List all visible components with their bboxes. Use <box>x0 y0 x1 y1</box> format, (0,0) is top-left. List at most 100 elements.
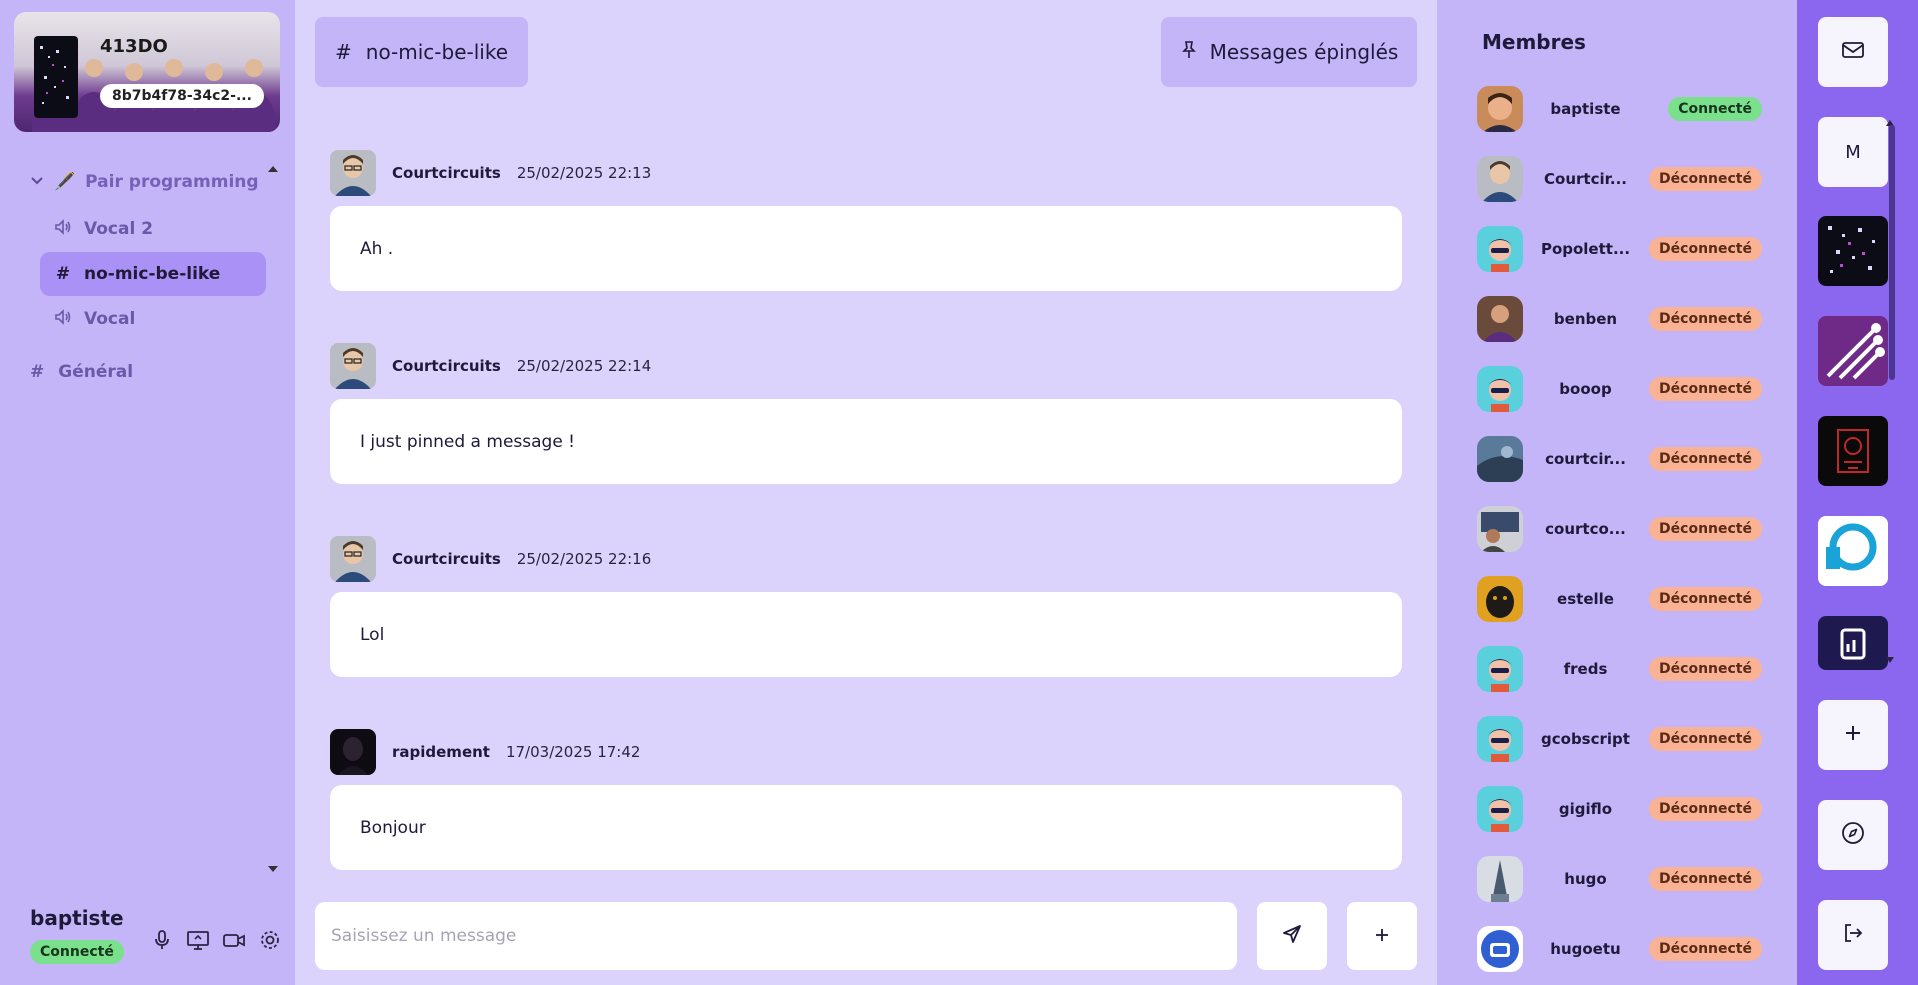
avatar[interactable] <box>330 150 376 196</box>
pinned-messages-button[interactable]: Messages épinglés <box>1161 17 1417 87</box>
logout-button[interactable] <box>1818 900 1888 970</box>
category-label: Pair programming <box>85 172 259 192</box>
avatar <box>1477 226 1523 272</box>
channel-vocal[interactable]: Vocal <box>40 297 266 341</box>
member-name: hugoetu <box>1550 940 1621 958</box>
server-rail: M <box>1797 0 1918 985</box>
status-badge: Déconnecté <box>1649 797 1762 821</box>
member-item[interactable]: benben Déconnecté <box>1477 296 1762 342</box>
server-m-button[interactable]: M <box>1818 117 1888 187</box>
screen-share-icon[interactable] <box>186 928 210 952</box>
server-icon-red-emblem[interactable] <box>1818 416 1888 486</box>
channel-title: no-mic-be-like <box>365 40 509 64</box>
member-item[interactable]: Popolett... Déconnecté <box>1477 226 1762 272</box>
channel-label: Vocal 2 <box>84 219 154 239</box>
explore-button[interactable] <box>1818 800 1888 870</box>
message-item: Courtcircuits 25/02/2025 22:14 I just pi… <box>330 343 1402 484</box>
message-author[interactable]: Courtcircuits <box>392 550 501 568</box>
member-name: gcobscript <box>1541 730 1630 748</box>
chat-area: # no-mic-be-like Messages épinglés Court… <box>295 0 1437 985</box>
user-panel: baptiste Connecté <box>30 906 124 964</box>
speaker-icon <box>54 308 72 331</box>
member-item[interactable]: freds Déconnecté <box>1477 646 1762 692</box>
add-attachment-button[interactable] <box>1347 902 1417 970</box>
hash-icon: # <box>55 264 71 284</box>
avatar <box>1477 296 1523 342</box>
channel-label: no-mic-be-like <box>84 264 221 284</box>
member-item[interactable]: hugo Déconnecté <box>1477 856 1762 902</box>
hash-icon: # <box>30 362 45 382</box>
member-item[interactable]: Courtcir... Déconnecté <box>1477 156 1762 202</box>
member-item[interactable]: baptiste Connecté <box>1477 86 1762 132</box>
server-icon-413do[interactable] <box>1818 216 1888 286</box>
server-icon-document[interactable] <box>1818 616 1888 670</box>
channel-sidebar: 413DO 8b7b4f78-34c2-... 🖋️ Pair programm… <box>0 0 295 985</box>
camera-icon[interactable] <box>222 928 246 952</box>
member-list: baptiste Connecté Courtcir... Déconnecté… <box>1477 86 1762 985</box>
server-icon-circuit[interactable] <box>1818 316 1888 386</box>
member-item[interactable]: courtcir... Déconnecté <box>1477 436 1762 482</box>
user-status-badge: Connecté <box>30 940 124 964</box>
status-badge: Déconnecté <box>1649 237 1762 261</box>
member-item[interactable]: gigiflo Déconnecté <box>1477 786 1762 832</box>
channel-no-mic-be-like[interactable]: # no-mic-be-like <box>40 252 266 296</box>
user-tools <box>150 928 282 952</box>
member-item[interactable]: gcobscript Déconnecté <box>1477 716 1762 762</box>
avatar <box>1477 576 1523 622</box>
message-item: Courtcircuits 25/02/2025 22:13 Ah . <box>330 150 1402 291</box>
avatar[interactable] <box>330 343 376 389</box>
message-author[interactable]: Courtcircuits <box>392 164 501 182</box>
mail-icon <box>1841 40 1865 65</box>
member-name: courtcir... <box>1545 450 1626 468</box>
sidebar-scroll-down[interactable] <box>268 866 278 872</box>
message-list: Courtcircuits 25/02/2025 22:13 Ah . Cour… <box>330 150 1402 922</box>
status-badge: Déconnecté <box>1649 447 1762 471</box>
avatar <box>1477 436 1523 482</box>
gear-icon[interactable] <box>258 928 282 952</box>
message-timestamp: 17/03/2025 17:42 <box>505 743 641 761</box>
server-name: 413DO <box>100 36 168 57</box>
members-title: Membres <box>1482 30 1586 54</box>
pinned-label: Messages épinglés <box>1209 40 1399 64</box>
status-badge: Déconnecté <box>1649 377 1762 401</box>
microphone-icon[interactable] <box>150 928 174 952</box>
sidebar-scroll-up[interactable] <box>268 166 278 172</box>
rail-scroll-down[interactable] <box>1886 657 1894 663</box>
current-user-name: baptiste <box>30 906 124 930</box>
status-badge: Déconnecté <box>1649 307 1762 331</box>
add-server-button[interactable] <box>1818 700 1888 770</box>
avatar <box>1477 786 1523 832</box>
message-body: Ah . <box>330 206 1402 291</box>
member-name: Popolett... <box>1540 240 1631 258</box>
send-button[interactable] <box>1257 902 1327 970</box>
member-name: baptiste <box>1550 100 1621 118</box>
status-badge: Connecté <box>1668 97 1762 121</box>
member-item[interactable]: courtco... Déconnecté <box>1477 506 1762 552</box>
member-item[interactable]: booop Déconnecté <box>1477 366 1762 412</box>
avatar[interactable] <box>330 536 376 582</box>
rail-scrollbar[interactable] <box>1889 125 1895 380</box>
direct-messages-button[interactable] <box>1818 17 1888 87</box>
speaker-icon <box>54 218 72 241</box>
message-item: rapidement 17/03/2025 17:42 Bonjour <box>330 729 1402 870</box>
channel-label: Vocal <box>84 309 136 329</box>
member-name: gigiflo <box>1558 800 1613 818</box>
avatar <box>1477 926 1523 972</box>
message-author[interactable]: Courtcircuits <box>392 357 501 375</box>
avatar <box>1477 156 1523 202</box>
message-author[interactable]: rapidement <box>392 743 490 761</box>
message-input[interactable] <box>315 902 1237 970</box>
member-item[interactable]: estelle Déconnecté <box>1477 576 1762 622</box>
server-banner[interactable]: 413DO 8b7b4f78-34c2-... <box>14 12 280 132</box>
channel-general[interactable]: # Général <box>30 362 133 382</box>
channel-vocal-2[interactable]: Vocal 2 <box>40 207 266 251</box>
member-item[interactable]: hugoetu Déconnecté <box>1477 926 1762 972</box>
member-name: freds <box>1563 660 1608 678</box>
avatar[interactable] <box>330 729 376 775</box>
server-icon-polytech[interactable] <box>1818 516 1888 586</box>
server-id-badge[interactable]: 8b7b4f78-34c2-... <box>100 84 264 108</box>
category-pair-programming[interactable]: 🖋️ Pair programming <box>30 172 259 192</box>
plus-icon <box>1373 922 1391 950</box>
message-body: Bonjour <box>330 785 1402 870</box>
status-badge: Déconnecté <box>1649 587 1762 611</box>
